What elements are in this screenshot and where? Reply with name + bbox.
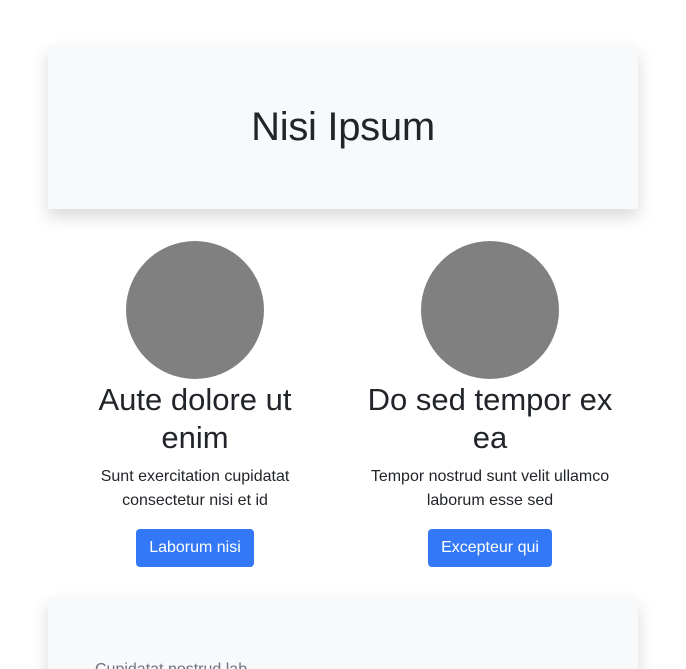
feature-description: Tempor nostrud sunt velit ullamco laboru… — [370, 468, 610, 509]
bottom-card: Cupidatat nostrud lab... — [48, 597, 638, 669]
feature-action-button[interactable]: Excepteur qui — [428, 529, 552, 567]
feature-action-button[interactable]: Laborum nisi — [136, 529, 254, 567]
feature-title: Do sed tempor ex ea — [367, 382, 613, 455]
hero-title: Nisi Ipsum — [251, 104, 435, 149]
feature-description: Sunt exercitation cupidatat consectetur … — [100, 468, 290, 509]
hero-card: Nisi Ipsum — [48, 45, 638, 209]
page: Nisi Ipsum Aute dolore ut enim Sunt exer… — [0, 0, 686, 669]
feature-card-2: Do sed tempor ex ea Tempor nostrud sunt … — [360, 241, 620, 567]
feature-title: Aute dolore ut enim — [98, 382, 292, 455]
bottom-card-text: Cupidatat nostrud lab... — [95, 661, 260, 669]
feature-image-placeholder — [126, 241, 264, 379]
feature-image-placeholder — [421, 241, 559, 379]
feature-card-1: Aute dolore ut enim Sunt exercitation cu… — [85, 241, 305, 567]
